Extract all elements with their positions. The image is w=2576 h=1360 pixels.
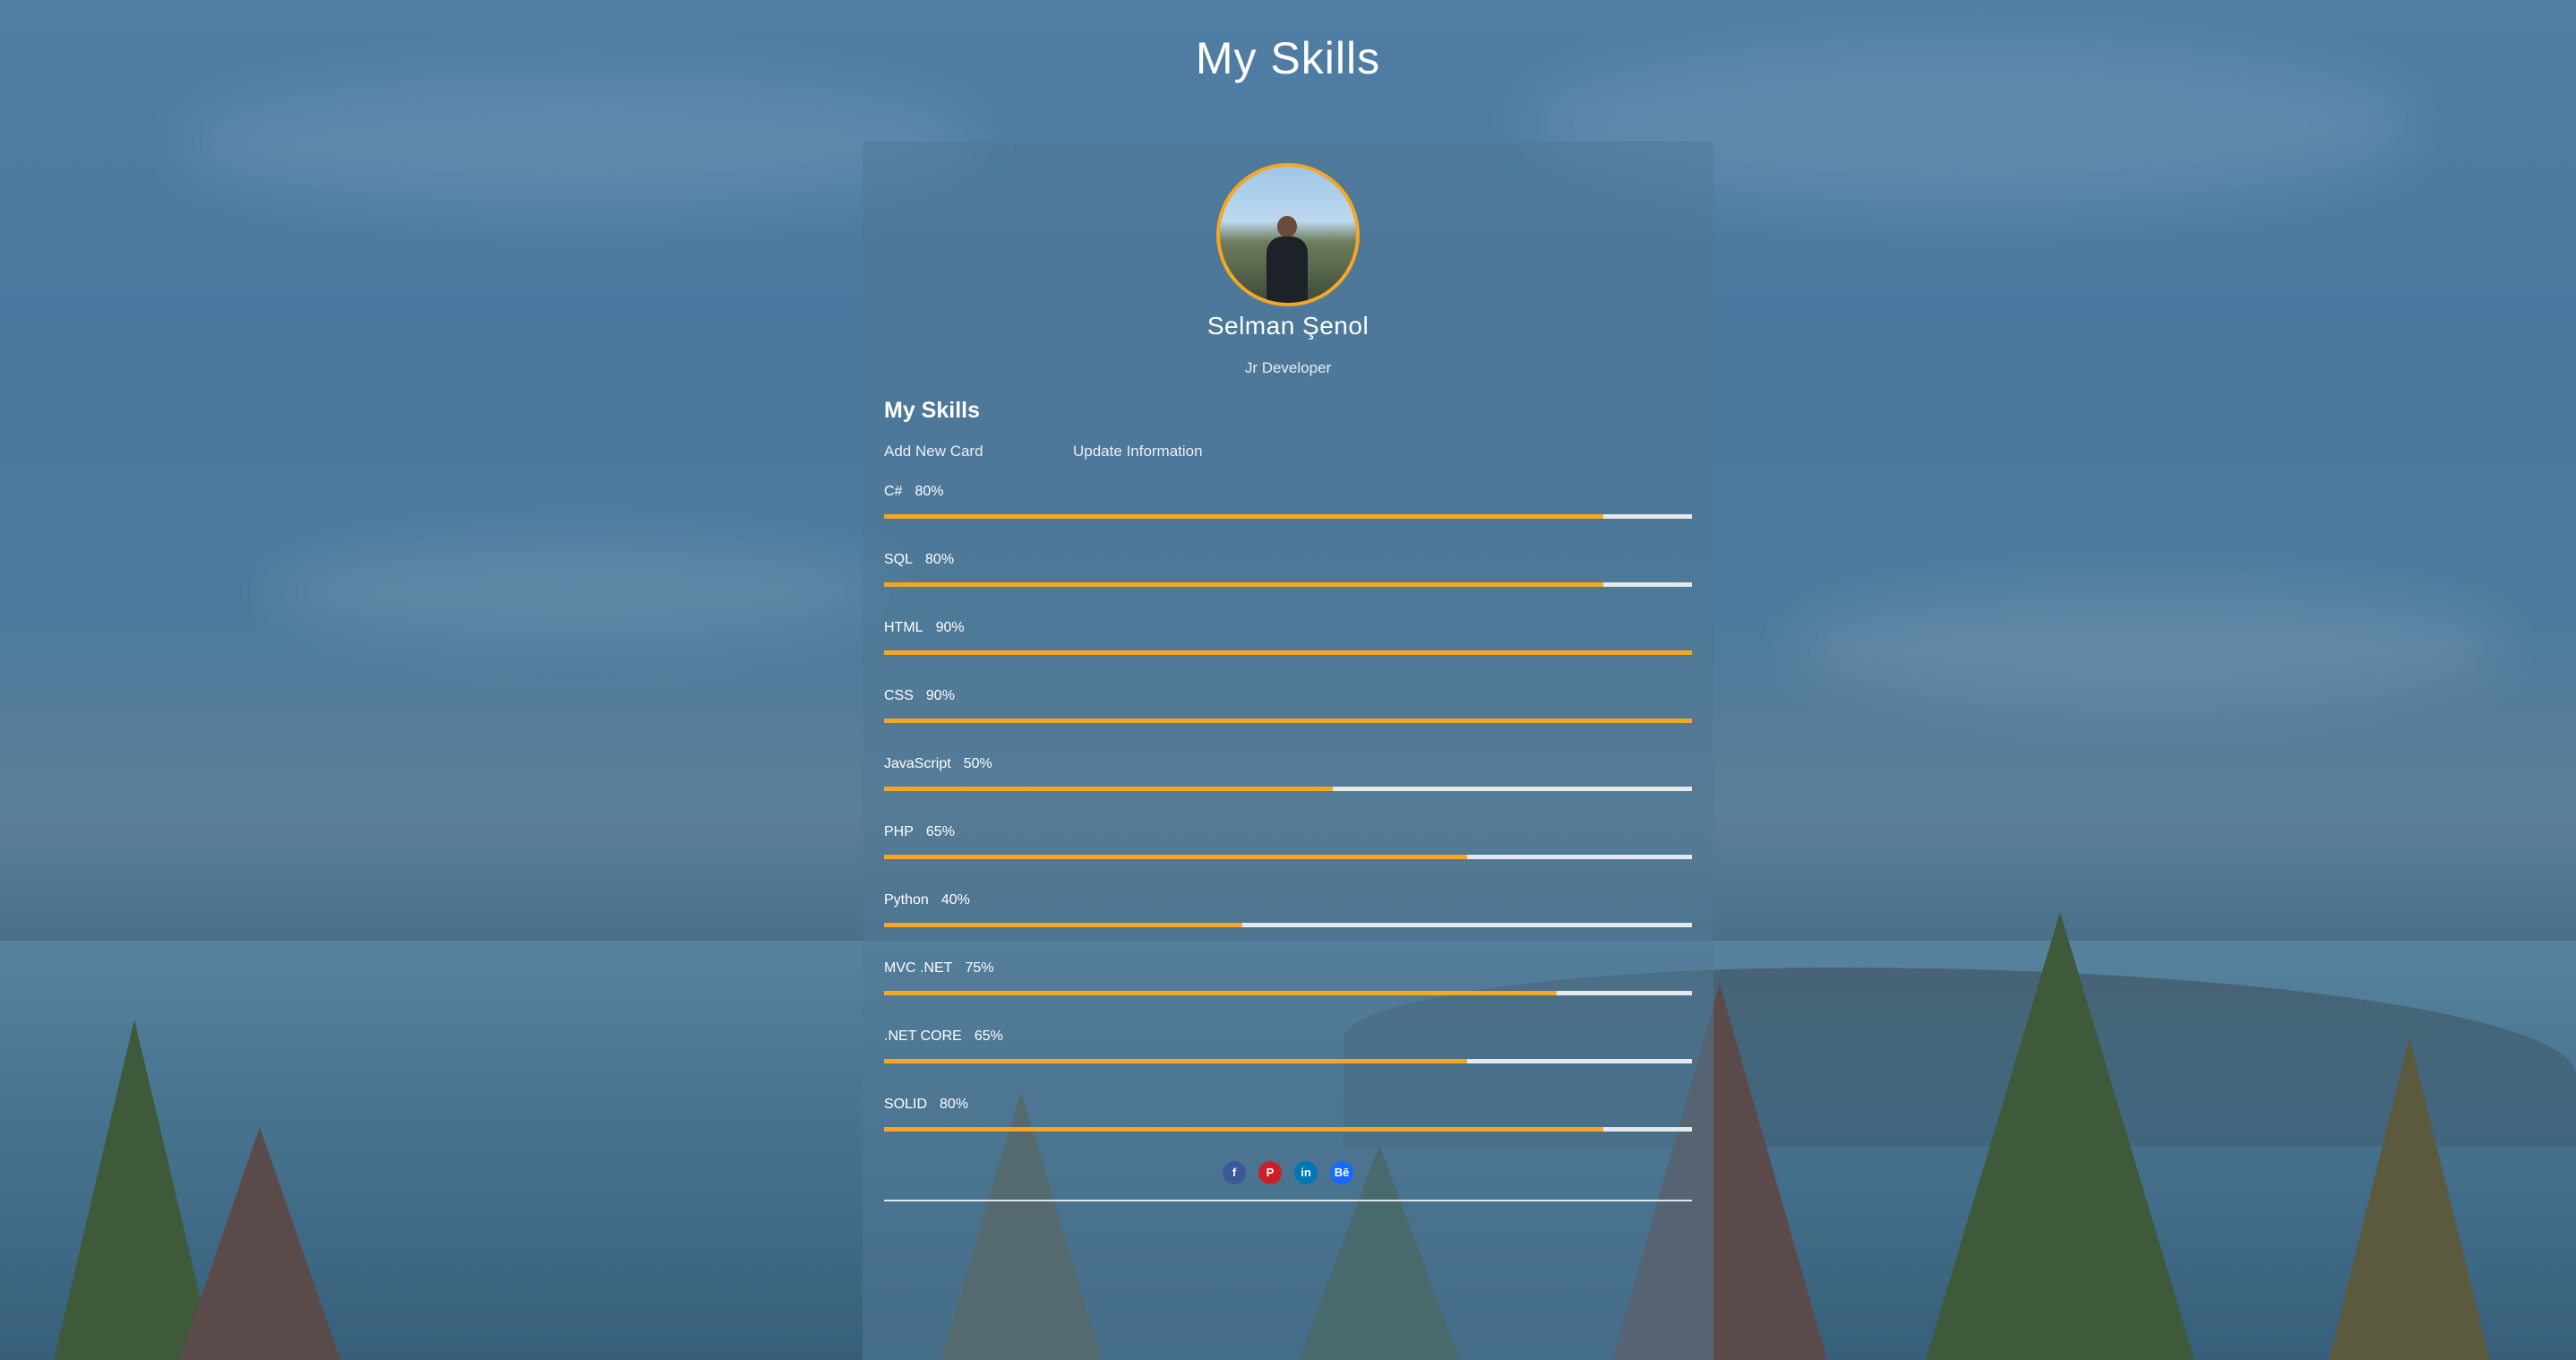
skill-item: SQL 80% (884, 552, 1692, 620)
skill-percent: 50% (963, 756, 992, 771)
skill-percent: 40% (940, 892, 970, 908)
page-title: My Skills (1195, 33, 1381, 83)
skill-item: PHP 65% (884, 824, 1692, 892)
skill-item: .NET CORE 65% (884, 1029, 1692, 1097)
skill-name: JavaScript (884, 756, 951, 771)
skill-item: Python 40% (884, 892, 1692, 960)
add-new-card-link[interactable]: Add New Card (884, 443, 983, 460)
skill-progress-fill (884, 514, 1603, 519)
skill-progress-track (884, 1059, 1692, 1063)
skill-progress-track (884, 855, 1692, 859)
skill-percent: 80% (940, 1097, 969, 1112)
behance-icon[interactable]: Bē (1330, 1161, 1353, 1184)
skill-name: PHP (884, 824, 914, 839)
skill-percent: 80% (925, 552, 955, 567)
skill-label: MVC .NET 75% (884, 960, 1692, 977)
skill-label: JavaScript 50% (884, 756, 1692, 772)
skill-item: JavaScript 50% (884, 756, 1692, 824)
skill-progress-fill (884, 582, 1603, 587)
skill-item: CSS 90% (884, 688, 1692, 756)
pinterest-icon[interactable]: P (1258, 1161, 1282, 1184)
skill-percent: 65% (925, 824, 955, 839)
skill-progress-track (884, 923, 1692, 927)
skill-progress-track (884, 1127, 1692, 1132)
skill-progress-fill (884, 719, 1692, 723)
skill-name: .NET CORE (884, 1029, 962, 1044)
skill-progress-fill (884, 991, 1558, 995)
skill-progress-fill (884, 855, 1468, 859)
skill-progress-fill (884, 787, 1333, 791)
skill-name: SQL (884, 552, 914, 567)
skill-progress-fill (884, 1059, 1468, 1063)
social-links: f Pin Bē (863, 1161, 1713, 1184)
divider (884, 1200, 1692, 1201)
avatar (1216, 163, 1360, 306)
profile-name: Selman Şenol (1206, 312, 1370, 340)
skill-progress-fill (884, 1127, 1603, 1132)
skill-percent: 65% (974, 1029, 1003, 1044)
skill-label: PHP 65% (884, 824, 1692, 840)
skill-item: HTML 90% (884, 620, 1692, 688)
skill-progress-track (884, 991, 1692, 995)
facebook-icon[interactable]: f (1223, 1161, 1246, 1184)
skill-name: C# (884, 484, 903, 499)
skill-progress-track (884, 719, 1692, 723)
skill-name: CSS (884, 688, 914, 703)
update-information-link[interactable]: Update Information (1073, 443, 1203, 461)
skill-name: SOLID (884, 1097, 928, 1112)
skill-label: SOLID 80% (884, 1097, 1692, 1113)
skill-percent: 75% (965, 960, 994, 976)
skill-name: MVC .NET (884, 960, 953, 976)
skills-list: C# 80% SQL 80% HTML 90% CSS 90% JavaScript 50% PHP… (884, 484, 1692, 1165)
skill-progress-track (884, 582, 1692, 587)
skill-progress-track (884, 787, 1692, 791)
skill-label: CSS 90% (884, 688, 1692, 704)
skill-progress-fill (884, 923, 1243, 927)
skill-progress-track (884, 650, 1692, 655)
skill-progress-track (884, 514, 1692, 519)
linkedin-icon[interactable]: in (1294, 1161, 1318, 1184)
skill-percent: 80% (914, 484, 944, 499)
skill-item: MVC .NET 75% (884, 960, 1692, 1029)
skill-name: HTML (884, 620, 923, 635)
profile-card: Selman Şenol Jr Developer My Skills Add … (863, 142, 1713, 1360)
skill-name: Python (884, 892, 929, 908)
skill-percent: 90% (935, 620, 965, 635)
skill-label: HTML 90% (884, 620, 1692, 636)
skill-label: .NET CORE 65% (884, 1029, 1692, 1045)
skill-label: C# 80% (884, 484, 1692, 500)
profile-role: Jr Developer (1244, 359, 1332, 376)
skill-item: C# 80% (884, 484, 1692, 552)
skill-item: SOLID 80% (884, 1097, 1692, 1165)
card-actions: Add New Card Update Information (884, 443, 1203, 461)
skill-label: SQL 80% (884, 552, 1692, 568)
skill-label: Python 40% (884, 892, 1692, 908)
skills-heading: My Skills (884, 398, 980, 423)
skill-percent: 90% (925, 688, 955, 703)
skill-progress-fill (884, 650, 1692, 655)
